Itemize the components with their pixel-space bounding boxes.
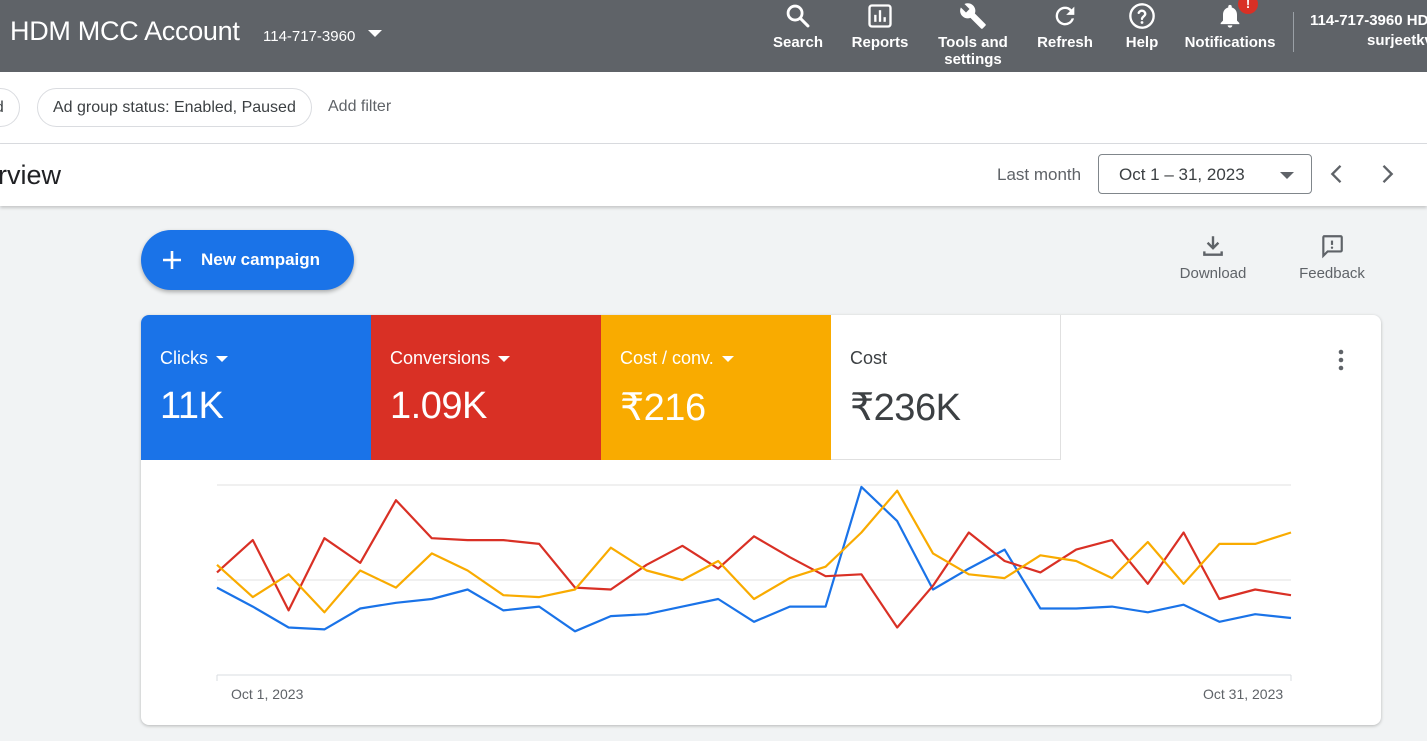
new-campaign-label: New campaign (201, 250, 321, 269)
chevron-right-icon (1382, 165, 1394, 183)
date-range-label: Last month (997, 165, 1082, 184)
refresh-icon (1055, 6, 1075, 26)
metric-label-text: Conversions (390, 348, 491, 368)
metric-label[interactable]: Conversions (390, 348, 511, 369)
account-id[interactable]: 114-717-3960 (263, 28, 355, 45)
reports-icon (868, 4, 892, 28)
add-filter-button[interactable]: Add filter (328, 98, 391, 116)
plus-icon (163, 251, 181, 269)
nav-tools-label: Tools and settings (938, 34, 1008, 68)
date-range-select[interactable]: Oct 1 – 31, 2023 (1098, 154, 1312, 194)
nav-search-label: Search (772, 34, 824, 51)
nav-notifications[interactable]: ! Notifications (1182, 0, 1278, 72)
download-button[interactable]: Download (1175, 233, 1251, 282)
nav-notifications-label: Notifications (1184, 34, 1276, 51)
top-bar: HDM MCC Account 114-717-3960 Search Repo… (0, 0, 1427, 72)
metric-value: ₹216 (620, 387, 706, 429)
nav-refresh[interactable]: Refresh (1034, 0, 1096, 72)
more-options-button[interactable] (1331, 348, 1351, 374)
performance-card: Clicks 11K Conversions 1.09K Cost / conv… (141, 315, 1381, 725)
filter-bar: ed Ad group status: Enabled, Paused Add … (0, 72, 1427, 144)
account-dropdown-icon[interactable] (368, 30, 382, 37)
dropdown-icon (216, 356, 228, 363)
topbar-divider (1293, 12, 1294, 52)
page-title: rview (0, 160, 62, 190)
new-campaign-button[interactable]: New campaign (141, 230, 354, 290)
nav-refresh-label: Refresh (1037, 34, 1093, 51)
previous-period-button[interactable] (1323, 160, 1351, 188)
nav-reports[interactable]: Reports (850, 0, 910, 72)
series-line-cost-conv (216, 489, 1292, 614)
chevron-down-icon (1280, 172, 1294, 179)
chevron-left-icon (1330, 165, 1342, 183)
metric-value: ₹236K (850, 387, 961, 429)
next-period-button[interactable] (1373, 160, 1401, 188)
download-label: Download (1179, 265, 1247, 282)
metric-tile-clicks[interactable]: Clicks 11K (141, 315, 371, 460)
dropdown-icon (721, 356, 734, 363)
metric-label: Cost (850, 348, 887, 369)
nav-search[interactable]: Search (770, 0, 826, 72)
metric-label-text: Clicks (160, 348, 208, 368)
performance-chart (216, 484, 1292, 681)
x-axis-end-label: Oct 31, 2023 (1203, 686, 1284, 702)
metric-value: 1.09K (390, 385, 487, 427)
metric-label-text: Cost / conv. (620, 348, 714, 368)
help-icon (1129, 3, 1155, 29)
notification-badge: ! (1238, 0, 1258, 14)
metric-tile-cost[interactable]: Cost ₹236K (831, 315, 1061, 460)
search-icon (786, 4, 810, 28)
more-vert-icon (1338, 349, 1344, 371)
dropdown-icon (498, 356, 511, 363)
filter-chip-partial[interactable]: ed (0, 88, 20, 127)
nav-tools[interactable]: Tools and settings (934, 0, 1012, 72)
feedback-icon (1322, 235, 1343, 259)
x-axis-start-label: Oct 1, 2023 (231, 686, 304, 702)
filter-chip-ad-group-status[interactable]: Ad group status: Enabled, Paused (37, 88, 312, 127)
nav-help[interactable]: Help (1120, 0, 1164, 72)
nav-help-label: Help (1125, 34, 1159, 51)
nav-reports-label: Reports (851, 34, 909, 51)
metric-tile-cost-per-conversion[interactable]: Cost / conv. ₹216 (601, 315, 831, 460)
user-account-id[interactable]: 114-717-3960 HD (1310, 12, 1427, 29)
user-name[interactable]: surjeetkv (1367, 32, 1427, 49)
page-header: rview Last month Oct 1 – 31, 2023 (0, 144, 1427, 206)
feedback-label: Feedback (1299, 265, 1365, 282)
metric-label[interactable]: Clicks (160, 348, 228, 369)
account-title: HDM MCC Account (10, 16, 240, 46)
metric-tile-conversions[interactable]: Conversions 1.09K (371, 315, 601, 460)
metric-value: 11K (160, 385, 224, 427)
download-icon (1203, 236, 1223, 256)
date-range-value: Oct 1 – 31, 2023 (1119, 165, 1245, 184)
metric-label-text: Cost (850, 348, 888, 368)
metric-label[interactable]: Cost / conv. (620, 348, 734, 369)
wrench-icon (960, 3, 986, 29)
feedback-button[interactable]: Feedback (1294, 233, 1370, 282)
